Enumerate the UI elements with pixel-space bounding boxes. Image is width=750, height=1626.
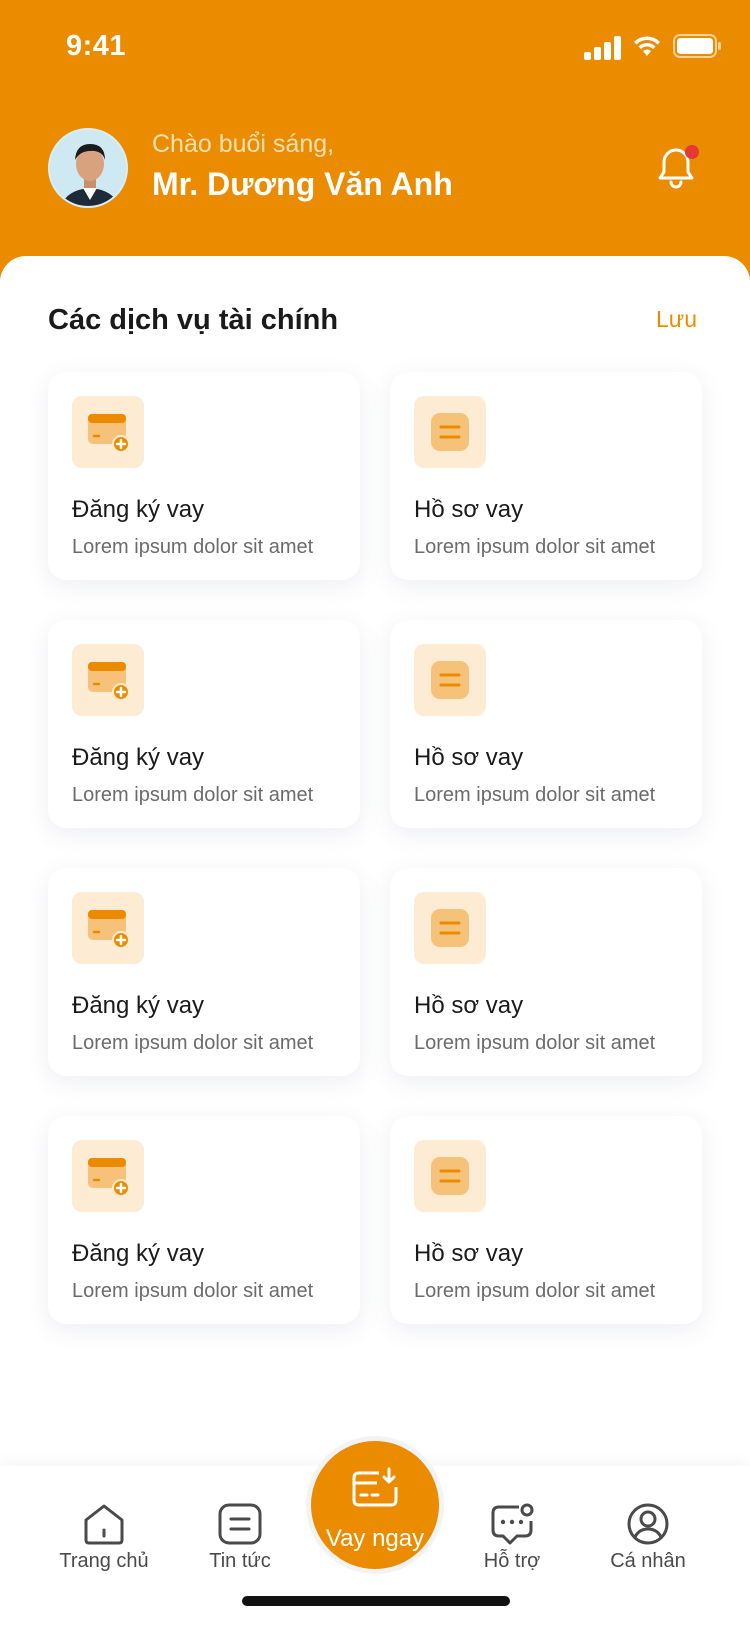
service-card-title: Hồ sơ vay — [414, 992, 524, 1019]
save-link[interactable]: Lưu — [656, 306, 697, 333]
chat-support-icon — [491, 1503, 534, 1545]
section-title: Các dịch vụ tài chính — [48, 304, 339, 336]
service-card[interactable]: Hồ sơ vay Lorem ipsum dolor sit amet — [390, 372, 702, 580]
greeting-text: Chào buổi sáng, — [152, 130, 335, 158]
loan-profile-icon — [414, 1140, 486, 1212]
tab-profile[interactable]: Cá nhân — [578, 1502, 718, 1592]
tab-news-label: Tin tức — [209, 1550, 271, 1572]
service-card[interactable]: Đăng ký vay Lorem ipsum dolor sit amet — [48, 372, 360, 580]
loan-download-icon — [352, 1467, 398, 1507]
services-panel: Các dịch vụ tài chính Lưu Đăng ký vay Lor… — [0, 256, 750, 1476]
loan-profile-icon — [414, 396, 486, 468]
loan-register-icon — [72, 1140, 144, 1212]
service-card[interactable]: Đăng ký vay Lorem ipsum dolor sit amet — [48, 1116, 360, 1324]
service-card[interactable]: Đăng ký vay Lorem ipsum dolor sit amet — [48, 620, 360, 828]
service-card-desc: Lorem ipsum dolor sit amet — [414, 784, 656, 806]
wifi-icon — [634, 36, 660, 56]
service-card-desc: Lorem ipsum dolor sit amet — [72, 1032, 314, 1054]
header: 9:41 Chào buổi sáng, Mr. Dương Văn Anh — [0, 0, 750, 290]
user-name: Mr. Dương Văn Anh — [152, 166, 453, 202]
apply-loan-label: Vay ngay — [325, 1525, 425, 1552]
service-card-desc: Lorem ipsum dolor sit amet — [414, 1280, 656, 1302]
service-card-title: Đăng ký vay — [72, 744, 205, 771]
service-card-desc: Lorem ipsum dolor sit amet — [414, 1032, 656, 1054]
service-card-title: Hồ sơ vay — [414, 744, 524, 771]
tab-home-label: Trang chủ — [59, 1550, 149, 1572]
news-icon — [218, 1503, 262, 1545]
tab-profile-label: Cá nhân — [610, 1550, 686, 1572]
status-bar: 9:41 — [0, 0, 750, 96]
signal-icon — [584, 36, 624, 60]
home-indicator — [242, 1596, 510, 1606]
home-icon — [84, 1504, 124, 1545]
tab-support[interactable]: Hỗ trợ — [442, 1502, 582, 1592]
service-card-desc: Lorem ipsum dolor sit amet — [72, 1280, 314, 1302]
avatar-photo — [50, 130, 126, 206]
profile-icon — [627, 1503, 669, 1545]
service-card[interactable]: Hồ sơ vay Lorem ipsum dolor sit amet — [390, 620, 702, 828]
tab-home[interactable]: Trang chủ — [34, 1502, 174, 1592]
loan-register-icon — [72, 396, 144, 468]
service-card-desc: Lorem ipsum dolor sit amet — [72, 784, 314, 806]
service-card-title: Đăng ký vay — [72, 992, 205, 1019]
service-card-desc: Lorem ipsum dolor sit amet — [414, 536, 656, 558]
notification-dot — [685, 145, 699, 159]
apply-loan-button[interactable]: Vay ngay — [306, 1436, 444, 1574]
loan-profile-icon — [414, 892, 486, 964]
tab-support-label: Hỗ trợ — [483, 1550, 541, 1572]
service-card-title: Đăng ký vay — [72, 496, 205, 523]
notification-bell-icon[interactable] — [652, 142, 700, 192]
status-time: 9:41 — [66, 30, 127, 62]
service-card-desc: Lorem ipsum dolor sit amet — [72, 536, 314, 558]
tab-news[interactable]: Tin tức — [170, 1502, 310, 1592]
avatar[interactable] — [48, 128, 128, 208]
service-card[interactable]: Đăng ký vay Lorem ipsum dolor sit amet — [48, 868, 360, 1076]
loan-register-icon — [72, 644, 144, 716]
service-card-title: Hồ sơ vay — [414, 496, 524, 523]
service-card[interactable]: Hồ sơ vay Lorem ipsum dolor sit amet — [390, 1116, 702, 1324]
loan-profile-icon — [414, 644, 486, 716]
service-card-title: Hồ sơ vay — [414, 1240, 524, 1267]
battery-icon — [673, 34, 721, 58]
service-card[interactable]: Hồ sơ vay Lorem ipsum dolor sit amet — [390, 868, 702, 1076]
service-card-title: Đăng ký vay — [72, 1240, 205, 1267]
loan-register-icon — [72, 892, 144, 964]
